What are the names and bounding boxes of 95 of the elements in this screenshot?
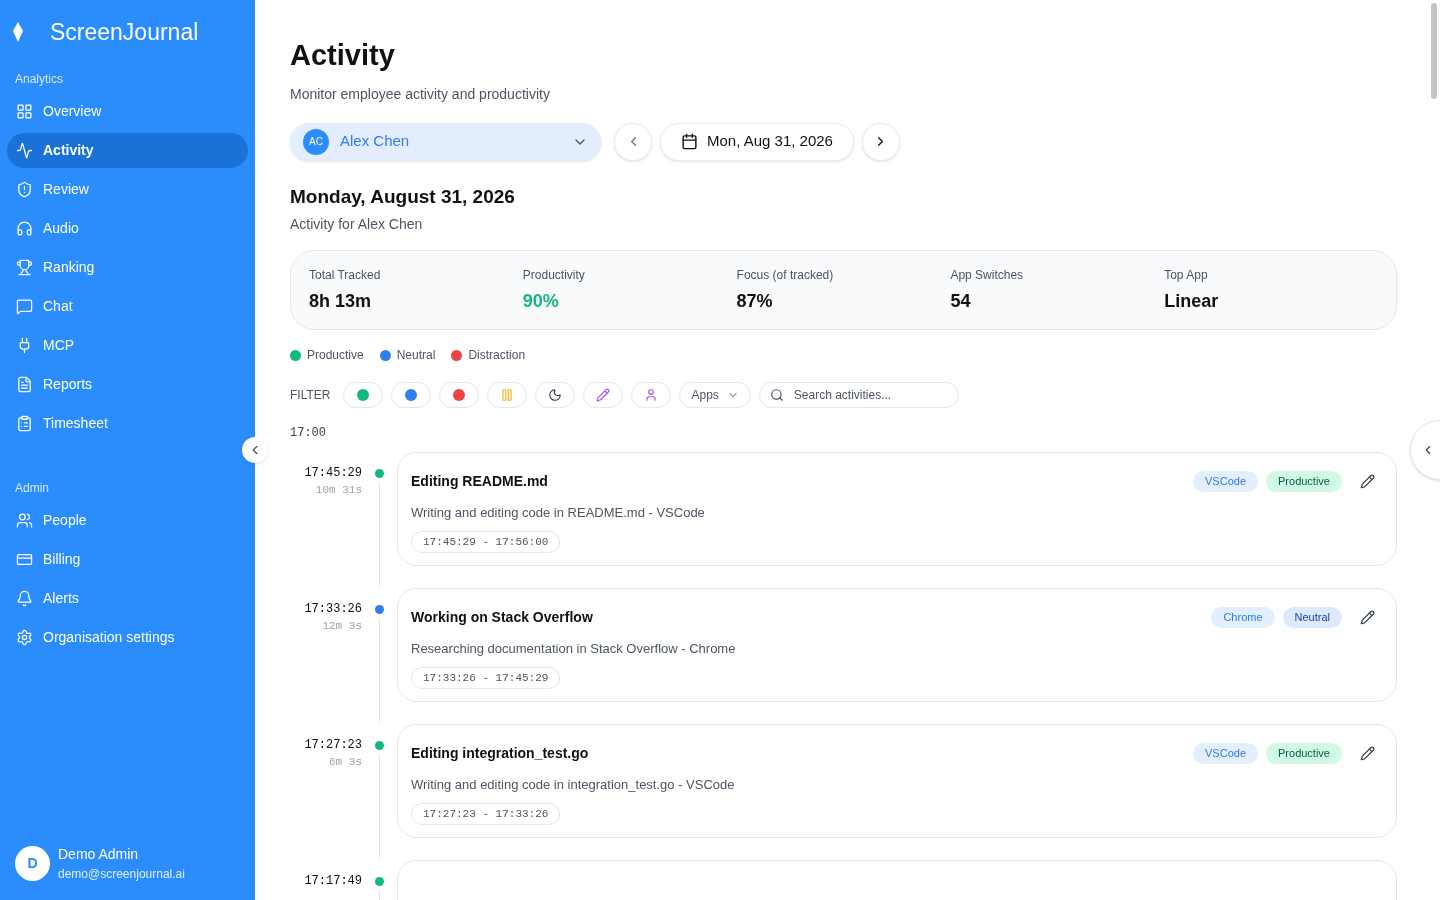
category-tag: Productive bbox=[1266, 743, 1342, 764]
stat-label: Total Tracked bbox=[309, 266, 382, 284]
filter-chip[interactable] bbox=[631, 382, 672, 408]
search-icon bbox=[769, 388, 784, 402]
user-email: demo@screenjournal.ai bbox=[58, 866, 185, 883]
document-icon bbox=[16, 376, 33, 393]
brand-name: ScreenJournal bbox=[50, 17, 199, 47]
employee-select[interactable]: AC Alex Chen bbox=[290, 122, 601, 161]
date-picker[interactable]: Mon, Aug 31, 2026 bbox=[660, 122, 854, 161]
clipboard-icon bbox=[16, 415, 33, 432]
chat-icon bbox=[16, 298, 33, 315]
filter-chip[interactable] bbox=[391, 382, 432, 408]
person-icon bbox=[644, 388, 659, 402]
activity-title: Working on Stack Overflow bbox=[411, 608, 594, 627]
pencil-icon bbox=[1360, 610, 1375, 625]
page-title: Activity bbox=[290, 38, 396, 73]
moon-icon bbox=[548, 388, 563, 402]
activity-description: Writing and editing code in README.md - VSCode bbox=[411, 504, 706, 522]
day-subtitle: Activity for Alex Chen bbox=[290, 215, 424, 234]
bell-icon bbox=[16, 590, 33, 607]
pencil-icon bbox=[596, 388, 611, 402]
nav-item[interactable]: Alerts bbox=[7, 581, 248, 616]
nav-item[interactable]: Activity bbox=[7, 133, 248, 168]
edit-button[interactable] bbox=[1358, 472, 1377, 491]
nav-item[interactable]: Overview bbox=[7, 94, 248, 129]
section-label: Analytics bbox=[14, 71, 65, 88]
employee-avatar: AC bbox=[303, 128, 329, 155]
app-tag: VSCode bbox=[1193, 743, 1258, 764]
headphones-icon bbox=[16, 220, 33, 237]
pause-icon bbox=[500, 388, 515, 402]
user-name: Demo Admin bbox=[58, 845, 140, 864]
day-title: Monday, August 31, 2026 bbox=[290, 184, 516, 209]
stat-label: App Switches bbox=[950, 266, 1025, 284]
stat-value: Linear bbox=[1164, 289, 1220, 313]
apps-dropdown[interactable]: Apps bbox=[679, 382, 751, 408]
activity-time: 17:33:26 bbox=[303, 601, 362, 618]
nav-item[interactable]: Billing bbox=[7, 542, 248, 577]
app-tag: Chrome bbox=[1211, 607, 1275, 628]
activity-time: 17:45:29 bbox=[303, 465, 362, 482]
stat-value: 87% bbox=[736, 289, 774, 313]
activity-title: Editing README.md bbox=[411, 472, 549, 491]
filter-chip[interactable] bbox=[583, 382, 624, 408]
trophy-icon bbox=[16, 259, 33, 276]
stat-value: 54 bbox=[950, 289, 972, 313]
stat-label: Top App bbox=[1164, 266, 1209, 284]
employee-name: Alex Chen bbox=[340, 131, 411, 152]
activity-duration: 6m 3s bbox=[328, 755, 362, 770]
nav-item[interactable]: Ranking bbox=[7, 250, 248, 285]
shield-icon bbox=[16, 181, 33, 198]
activity-time: 17:27:23 bbox=[303, 737, 362, 754]
activity-description: Researching documentation in Stack Overflow - Chrome bbox=[411, 640, 737, 658]
pencil-icon bbox=[1360, 474, 1375, 489]
nav-item[interactable]: Organisation settings bbox=[7, 620, 248, 655]
calendar-icon bbox=[681, 133, 698, 150]
search-field[interactable]: Search activities... bbox=[758, 382, 959, 408]
legend-label: Productive bbox=[307, 347, 364, 364]
stat-value: 90% bbox=[522, 289, 560, 313]
stat-label: Productivity bbox=[522, 266, 586, 284]
collapse-button[interactable] bbox=[242, 437, 268, 463]
legend-label: Distraction bbox=[468, 347, 526, 364]
category-tag: Neutral bbox=[1282, 607, 1342, 628]
people-icon bbox=[16, 512, 33, 529]
section-label: Admin bbox=[14, 480, 50, 497]
activity-duration: 12m 3s bbox=[321, 619, 362, 634]
activity-description: Writing and editing code in integration_test.go - VSCode bbox=[411, 776, 736, 794]
category-tag: Productive bbox=[1266, 471, 1342, 492]
app-tag: VSCode bbox=[1193, 471, 1258, 492]
nav-item[interactable]: Reports bbox=[7, 367, 248, 402]
nav-item[interactable]: MCP bbox=[7, 328, 248, 363]
logo-icon bbox=[12, 22, 24, 42]
settings-icon bbox=[16, 629, 33, 646]
nav-item[interactable]: Timesheet bbox=[7, 406, 248, 441]
pulse-icon bbox=[16, 142, 33, 159]
activity-duration: 10m 31s bbox=[314, 483, 362, 498]
stat-label: Focus (of tracked) bbox=[736, 266, 835, 284]
filter-chip[interactable] bbox=[535, 382, 576, 408]
nav-item[interactable]: Chat bbox=[7, 289, 248, 324]
nav-item[interactable]: Review bbox=[7, 172, 248, 207]
filter-chip[interactable] bbox=[343, 382, 384, 408]
legend-label: Neutral bbox=[396, 347, 436, 364]
activity-time: 17:17:49 bbox=[303, 873, 362, 890]
nav-item[interactable]: Audio bbox=[7, 211, 248, 246]
stat-value: 8h 13m bbox=[309, 289, 373, 313]
nav-item[interactable]: People bbox=[7, 503, 248, 538]
filter-label: FILTER bbox=[290, 387, 331, 404]
filter-chip[interactable] bbox=[439, 382, 480, 408]
user-avatar: D bbox=[15, 846, 50, 881]
edit-button[interactable] bbox=[1358, 608, 1377, 627]
grid-icon bbox=[16, 103, 33, 120]
edit-button[interactable] bbox=[1358, 744, 1377, 763]
page-subtitle: Monitor employee activity and productivity bbox=[290, 84, 551, 104]
pencil-icon bbox=[1360, 746, 1375, 761]
card-icon bbox=[16, 551, 33, 568]
activity-title: Editing integration_test.go bbox=[411, 744, 590, 763]
hour-label: 17:00 bbox=[290, 425, 327, 442]
